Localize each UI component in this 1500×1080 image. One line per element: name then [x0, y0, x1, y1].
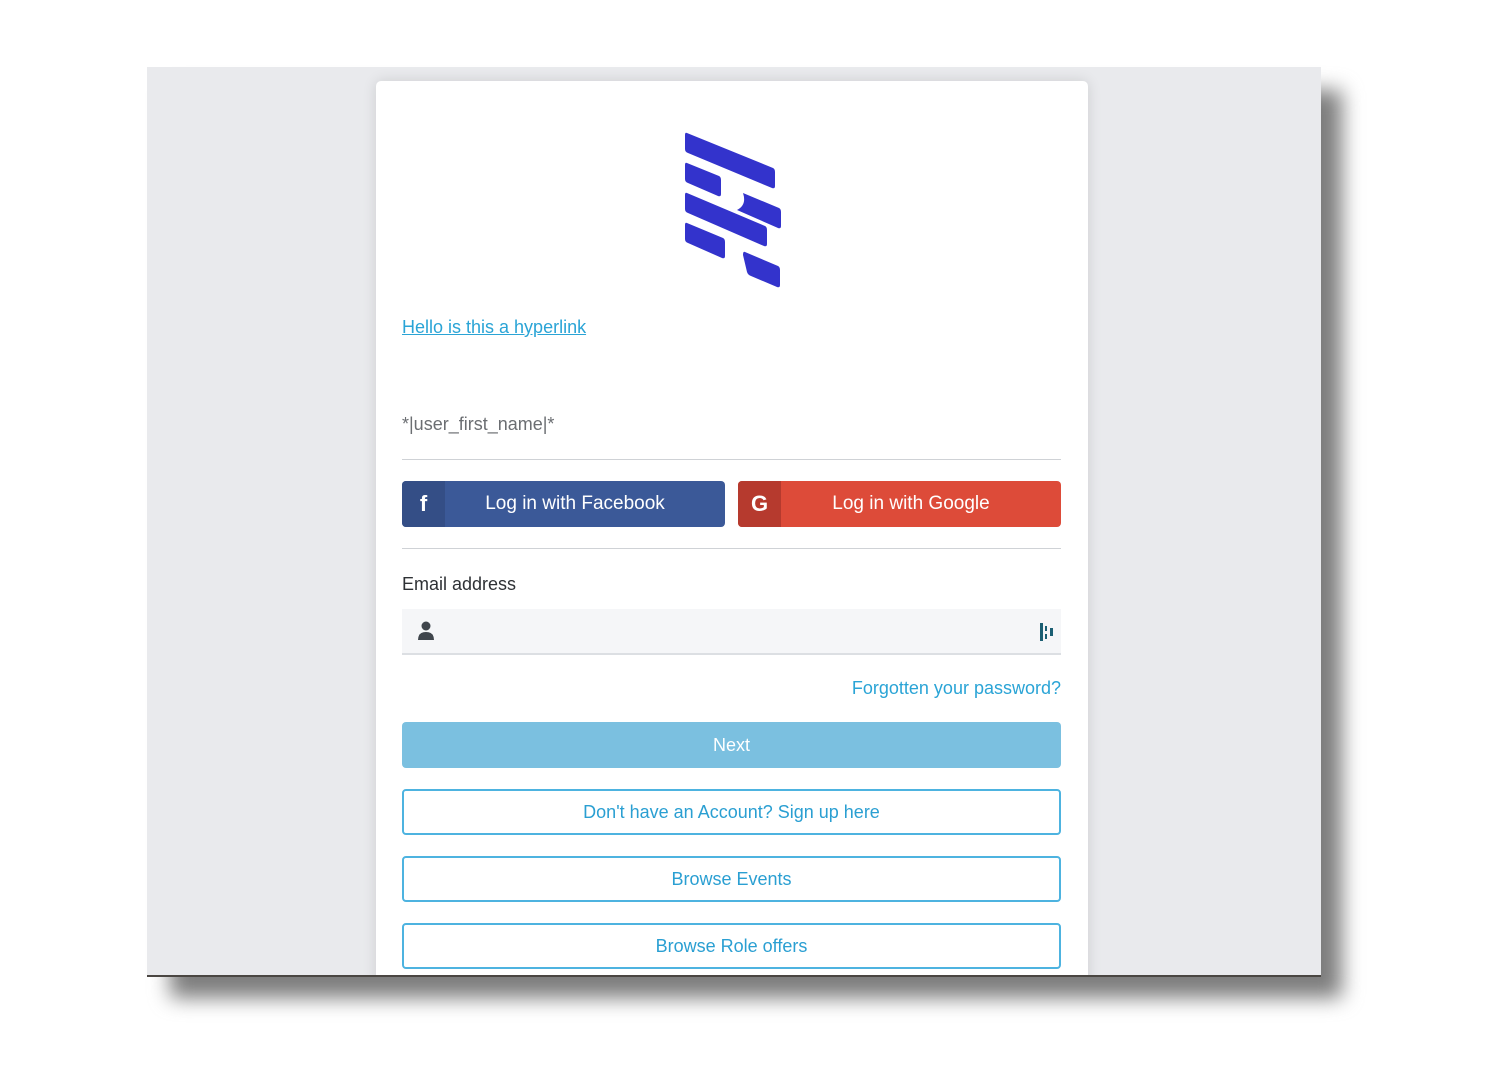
user-first-name-merge-tag: *|user_first_name|* [402, 414, 555, 434]
divider [402, 548, 1061, 549]
login-card: Hello is this a hyperlink *|user_first_n… [376, 81, 1088, 975]
browse-role-offers-button[interactable]: Browse Role offers [402, 923, 1061, 969]
email-field[interactable] [402, 609, 1061, 655]
signup-button[interactable]: Don't have an Account? Sign up here [402, 789, 1061, 835]
email-input[interactable] [450, 609, 1020, 653]
facebook-login-button[interactable]: f Log in with Facebook [402, 481, 725, 527]
google-icon: G [738, 481, 781, 527]
user-icon [418, 621, 434, 640]
forgot-password-link[interactable]: Forgotten your password? [852, 678, 1061, 699]
google-login-label: Log in with Google [832, 493, 990, 514]
brand-logo-icon [685, 132, 781, 288]
screenshot-frame: Hello is this a hyperlink *|user_first_n… [147, 67, 1321, 977]
next-button[interactable]: Next [402, 722, 1061, 768]
password-manager-icon[interactable] [1040, 623, 1054, 641]
facebook-login-label: Log in with Facebook [485, 493, 665, 514]
divider [402, 459, 1061, 460]
browse-events-button[interactable]: Browse Events [402, 856, 1061, 902]
email-label: Email address [402, 574, 517, 594]
facebook-icon: f [402, 481, 445, 527]
google-login-button[interactable]: G Log in with Google [738, 481, 1061, 527]
hello-hyperlink[interactable]: Hello is this a hyperlink [402, 317, 586, 338]
